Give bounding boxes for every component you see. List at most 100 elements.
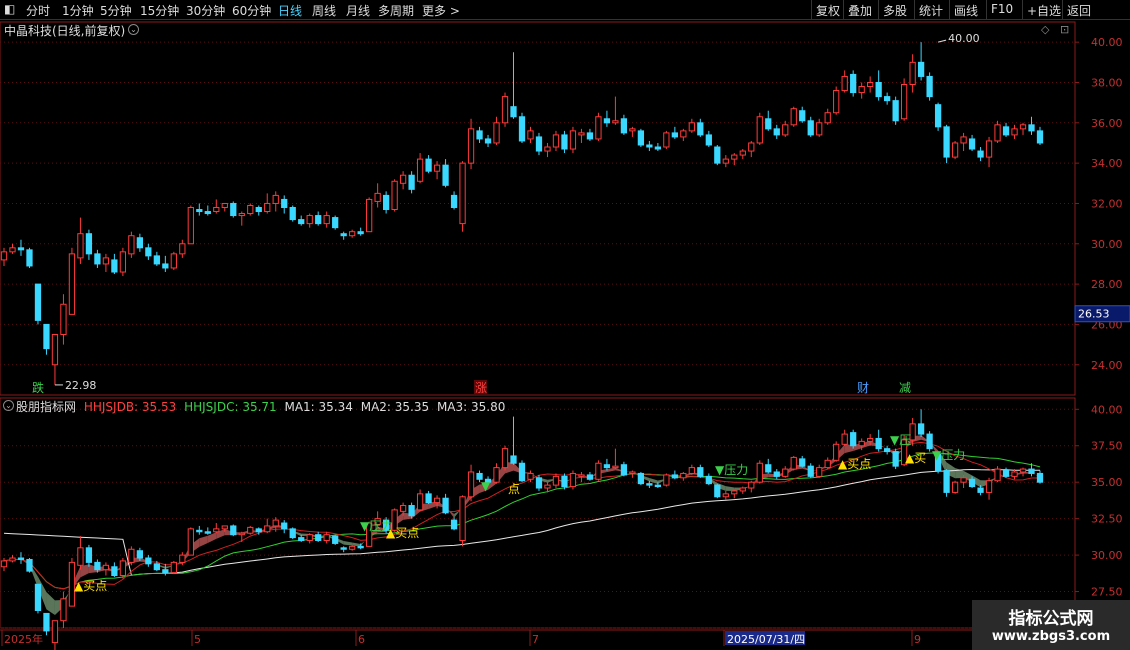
main-candle-body [382, 194, 390, 211]
indicator-candle-body [586, 474, 594, 480]
indicator-candle-body [850, 432, 857, 447]
main-candle-body [552, 134, 560, 148]
indicator-y-tick-label: 27.50 [1091, 586, 1123, 599]
indicator-candle-body [1002, 470, 1010, 477]
indicator-candle-body [782, 468, 789, 477]
indicator-candle-body [9, 557, 16, 562]
main-candle-body [119, 251, 127, 273]
main-candle-body [391, 180, 398, 211]
main-candle-body [323, 215, 330, 225]
y-tick-label: 28.00 [1091, 278, 1123, 291]
main-candle-body [799, 110, 806, 122]
diamond-icon: ◇ [1041, 23, 1050, 36]
main-candle-body [162, 263, 169, 269]
indicator-candle-body [960, 477, 967, 483]
x-axis-label-2: 6 [358, 633, 365, 646]
watermark-url: www.zbgs3.com [991, 629, 1111, 644]
indicator-candle-body [128, 548, 135, 563]
main-candle-body [281, 198, 288, 208]
ma3-line [3, 468, 1041, 576]
x-axis-label-5: 9 [914, 633, 921, 646]
indicator-candle-body [884, 448, 891, 453]
indicator-candle-body [603, 464, 611, 469]
indicator-candle-body [646, 483, 653, 486]
indicator-candle-body [807, 465, 814, 477]
main-candle-body [977, 150, 984, 158]
indicator-candle-body [790, 456, 797, 470]
indicator-candle-body [637, 472, 645, 485]
event-marker-0: 跌 [32, 380, 44, 395]
indicator-candle-body [612, 465, 619, 469]
indicator-candle-body [620, 464, 628, 476]
main-candle-body [688, 122, 695, 132]
indicator-dropdown-icon[interactable]: ⌄ [3, 400, 14, 411]
indicator-candle-body [765, 464, 772, 473]
indicator-value-1: HHJSJDC: 35.71 [180, 400, 277, 414]
indicator-candle-body [739, 487, 746, 492]
indicator-candle-body [561, 475, 568, 488]
indicator-candle-body [841, 433, 848, 445]
main-candle-body [145, 247, 152, 257]
main-candle-body [680, 130, 687, 138]
title-dropdown-icon[interactable]: ⌄ [128, 24, 139, 35]
indicator-candle-body [264, 525, 271, 533]
indicator-candle-body [230, 525, 237, 536]
main-candle-body [909, 61, 916, 86]
main-candle-body [349, 231, 356, 237]
indicator-candle-body [943, 470, 950, 493]
main-candle-body [433, 164, 441, 172]
indicator-value-4: MA3: 35.80 [433, 400, 506, 414]
indicator-candle-body [399, 505, 407, 512]
main-candle-body [1011, 128, 1018, 136]
signal-label-2: ▲买点 [386, 526, 419, 540]
main-candle-body [816, 122, 823, 136]
indicator-candle-body [493, 467, 500, 483]
indicator-candle-body [247, 526, 254, 534]
indicator-ribbon [649, 478, 658, 484]
indicator-name[interactable]: 股朋指标网 [16, 400, 76, 414]
main-candle-body [170, 253, 177, 269]
main-candle-body [289, 206, 296, 221]
kline-chart[interactable]: 40.0038.0036.0034.0032.0030.0028.0026.00… [0, 0, 1130, 650]
signal-label-9: ▼压力 [932, 448, 965, 462]
indicator-y-tick-label: 35.00 [1091, 476, 1123, 489]
main-candle-body [484, 138, 492, 144]
main-candle-body [60, 303, 67, 336]
main-candle-body [739, 150, 746, 156]
main-candle-body [900, 84, 908, 120]
y-tick-label: 30.00 [1091, 238, 1123, 251]
main-candle-body [756, 116, 763, 144]
main-candle-body [179, 243, 186, 255]
main-candle-body [399, 174, 407, 184]
main-candle-body [850, 73, 857, 94]
indicator-candle-body [221, 525, 228, 530]
y-tick-label: 36.00 [1091, 117, 1123, 130]
indicator-candle-body [111, 566, 118, 577]
main-candle-body [637, 130, 645, 146]
main-candle-body [934, 104, 942, 128]
main-candle-body [765, 118, 772, 130]
indicator-candle-body [629, 471, 636, 474]
main-candle-body [561, 134, 568, 150]
signal-label-5: ▼压力 [715, 463, 748, 477]
indicator-candle-body [535, 477, 543, 489]
indicator-candle-body [349, 545, 356, 550]
indicator-candle-body [340, 547, 347, 550]
main-candle-body [603, 118, 611, 124]
main-candle-body [136, 237, 144, 249]
indicator-candle-body [153, 563, 160, 571]
indicator-candle-body [298, 537, 305, 542]
indicator-candle-body [1011, 471, 1018, 477]
main-candle-body [620, 118, 628, 134]
indicator-candle-body [281, 522, 288, 530]
main-candle-body [306, 215, 313, 225]
main-candle-body [467, 128, 475, 164]
indicator-candle-body [527, 472, 534, 480]
indicator-candle-body [416, 493, 424, 511]
main-candle-body [985, 140, 993, 158]
indicator-candle-body [272, 519, 279, 527]
y-tick-label: 40.00 [1091, 36, 1123, 49]
main-candle-body [9, 247, 16, 253]
indicator-value-0: HHJSJDB: 35.53 [83, 400, 177, 414]
main-candle-body [994, 124, 1001, 142]
